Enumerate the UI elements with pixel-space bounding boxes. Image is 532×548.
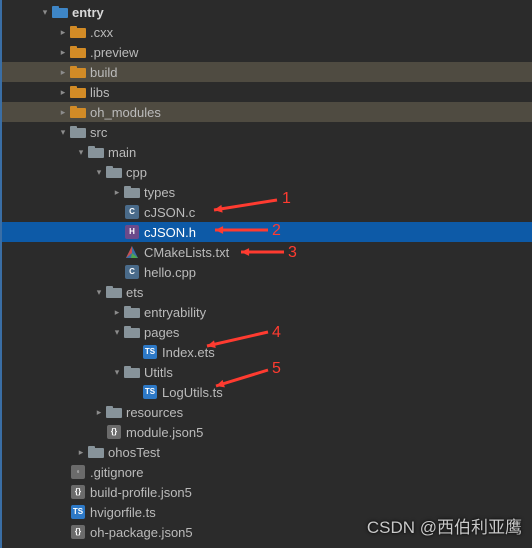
chevron-down-icon[interactable]: ▾ — [110, 367, 124, 378]
folder-icon — [106, 164, 122, 180]
tree-row[interactable]: ▸ CMakeLists.txt — [2, 242, 532, 262]
tree-row[interactable]: ▾ main — [2, 142, 532, 162]
tree-item-label: cpp — [126, 165, 147, 180]
file-icon: C — [124, 264, 140, 280]
file-icon: {} — [106, 424, 122, 440]
tree-row[interactable]: ▸ H cJSON.h — [2, 222, 532, 242]
chevron-right-icon[interactable]: ▸ — [56, 67, 70, 78]
chevron-down-icon[interactable]: ▾ — [92, 287, 106, 298]
tree-item-label: build-profile.json5 — [90, 485, 192, 500]
chevron-right-icon[interactable]: ▸ — [56, 87, 70, 98]
folder-icon — [70, 104, 86, 120]
folder-icon — [106, 284, 122, 300]
folder-icon — [52, 4, 68, 20]
folder-icon — [106, 404, 122, 420]
tree-item-label: pages — [144, 325, 179, 340]
tree-item-label: hello.cpp — [144, 265, 196, 280]
chevron-down-icon[interactable]: ▾ — [74, 147, 88, 158]
tree-row[interactable]: ▸ {} build-profile.json5 — [2, 482, 532, 502]
chevron-down-icon[interactable]: ▾ — [56, 127, 70, 138]
folder-icon — [70, 44, 86, 60]
folder-icon — [70, 24, 86, 40]
tree-row[interactable]: ▸ {} oh-package.json5 — [2, 522, 532, 542]
tree-item-label: CMakeLists.txt — [144, 245, 229, 260]
folder-icon — [124, 304, 140, 320]
tree-row[interactable]: ▸ libs — [2, 82, 532, 102]
tree-item-label: ets — [126, 285, 143, 300]
tree-item-label: cJSON.h — [144, 225, 196, 240]
tree-row[interactable]: ▸ TS LogUtils.ts — [2, 382, 532, 402]
file-icon: H — [124, 224, 140, 240]
file-icon: TS — [142, 384, 158, 400]
tree-row[interactable]: ▾ entry — [2, 2, 532, 22]
folder-icon — [70, 124, 86, 140]
folder-icon — [124, 324, 140, 340]
file-icon: {} — [70, 484, 86, 500]
folder-icon — [88, 444, 104, 460]
folder-icon — [70, 64, 86, 80]
chevron-right-icon[interactable]: ▸ — [110, 307, 124, 318]
tree-row[interactable]: ▸ resources — [2, 402, 532, 422]
tree-row[interactable]: ▸ TS Index.ets — [2, 342, 532, 362]
tree-row[interactable]: ▸ entryability — [2, 302, 532, 322]
tree-row[interactable]: ▾ cpp — [2, 162, 532, 182]
tree-item-label: ohosTest — [108, 445, 160, 460]
tree-item-label: cJSON.c — [144, 205, 195, 220]
folder-icon — [88, 144, 104, 160]
tree-row[interactable]: ▸ .cxx — [2, 22, 532, 42]
chevron-down-icon[interactable]: ▾ — [92, 167, 106, 178]
tree-item-label: LogUtils.ts — [162, 385, 223, 400]
chevron-right-icon[interactable]: ▸ — [74, 447, 88, 458]
file-icon: {} — [70, 524, 86, 540]
tree-item-label: .gitignore — [90, 465, 143, 480]
chevron-right-icon[interactable]: ▸ — [110, 187, 124, 198]
tree-item-label: .preview — [90, 45, 138, 60]
tree-row[interactable]: ▾ pages — [2, 322, 532, 342]
tree-item-label: main — [108, 145, 136, 160]
tree-item-label: Index.ets — [162, 345, 215, 360]
folder-icon — [124, 184, 140, 200]
tree-item-label: types — [144, 185, 175, 200]
file-icon — [124, 244, 140, 260]
tree-item-label: hvigorfile.ts — [90, 505, 156, 520]
file-icon: TS — [142, 344, 158, 360]
chevron-right-icon[interactable]: ▸ — [56, 47, 70, 58]
tree-item-label: .cxx — [90, 25, 113, 40]
tree-row[interactable]: ▸ build — [2, 62, 532, 82]
chevron-right-icon[interactable]: ▸ — [92, 407, 106, 418]
tree-row[interactable]: ▾ Utitls — [2, 362, 532, 382]
chevron-down-icon[interactable]: ▾ — [110, 327, 124, 338]
tree-row[interactable]: ▾ src — [2, 122, 532, 142]
chevron-down-icon[interactable]: ▾ — [38, 7, 52, 18]
folder-icon — [70, 84, 86, 100]
tree-item-label: build — [90, 65, 117, 80]
tree-row[interactable]: ▾ ets — [2, 282, 532, 302]
chevron-right-icon[interactable]: ▸ — [56, 107, 70, 118]
file-icon: TS — [70, 504, 86, 520]
tree-item-label: entryability — [144, 305, 206, 320]
tree-item-label: libs — [90, 85, 110, 100]
tree-row[interactable]: ▸ C hello.cpp — [2, 262, 532, 282]
project-tree: ▾ entry▸ .cxx▸ .preview▸ build▸ libs▸ oh… — [2, 0, 532, 542]
tree-row[interactable]: ▸ ◦ .gitignore — [2, 462, 532, 482]
tree-item-label: entry — [72, 5, 104, 20]
tree-item-label: module.json5 — [126, 425, 203, 440]
tree-item-label: Utitls — [144, 365, 173, 380]
chevron-right-icon[interactable]: ▸ — [56, 27, 70, 38]
tree-row[interactable]: ▸ oh_modules — [2, 102, 532, 122]
tree-item-label: resources — [126, 405, 183, 420]
tree-item-label: oh-package.json5 — [90, 525, 193, 540]
file-icon: C — [124, 204, 140, 220]
tree-row[interactable]: ▸ {} module.json5 — [2, 422, 532, 442]
folder-icon — [124, 364, 140, 380]
file-icon: ◦ — [70, 464, 86, 480]
tree-row[interactable]: ▸ TS hvigorfile.ts — [2, 502, 532, 522]
tree-item-label: src — [90, 125, 107, 140]
tree-row[interactable]: ▸ C cJSON.c — [2, 202, 532, 222]
tree-row[interactable]: ▸ types — [2, 182, 532, 202]
tree-item-label: oh_modules — [90, 105, 161, 120]
tree-row[interactable]: ▸ .preview — [2, 42, 532, 62]
tree-row[interactable]: ▸ ohosTest — [2, 442, 532, 462]
